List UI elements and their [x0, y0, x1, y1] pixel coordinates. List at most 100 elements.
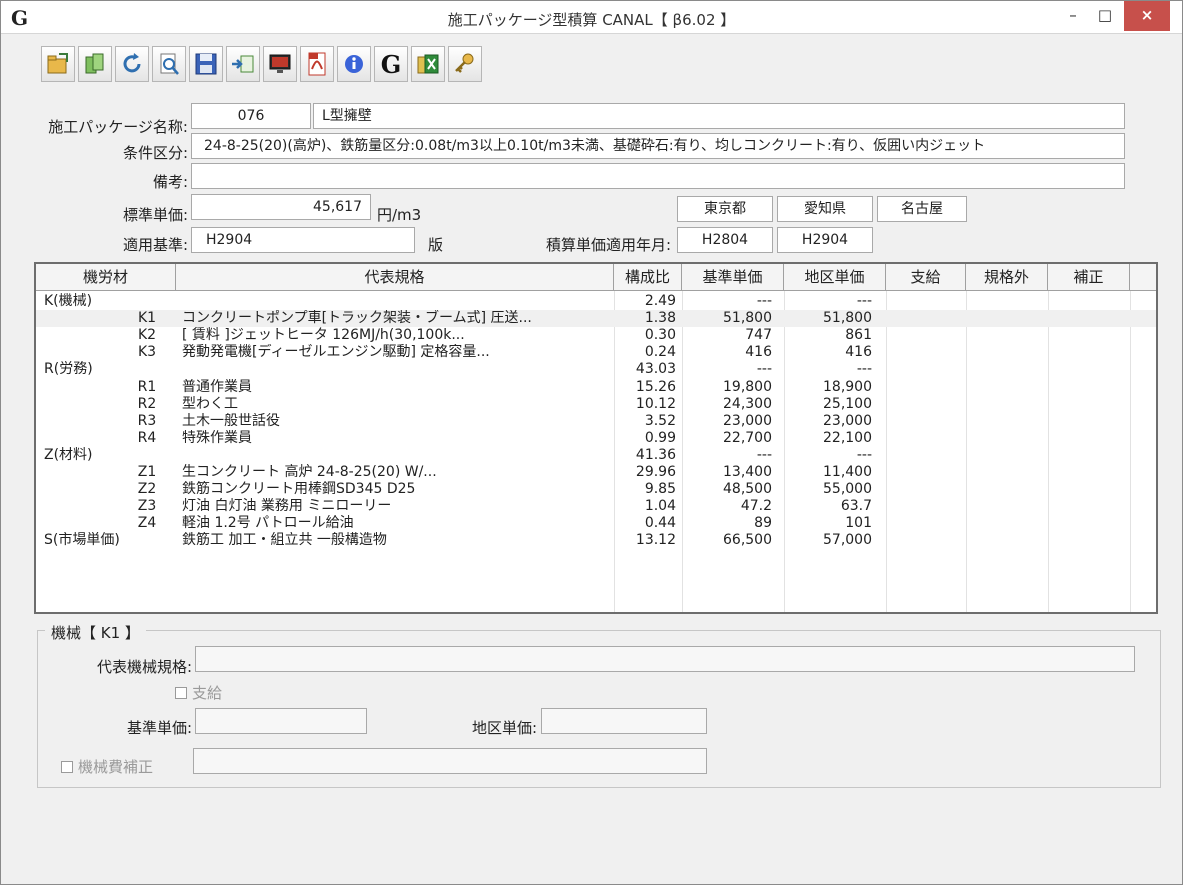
table-row[interactable]: K3 発動発電機[ディーゼルエンジン駆動] 定格容量... 0.24 416 416: [36, 344, 1156, 361]
open-button[interactable]: [41, 46, 75, 82]
checkbox-box[interactable]: [175, 687, 187, 699]
cell-region-price: ---: [856, 446, 872, 463]
cell-region-price: 11,400: [823, 464, 872, 480]
g-logo-button[interactable]: G: [374, 46, 408, 82]
cell-base-price: 23,000: [723, 412, 772, 429]
table-row[interactable]: R(労務) 43.03 --- ---: [36, 361, 1156, 378]
cost-breakdown-table[interactable]: 機労材 代表規格 構成比 基準単価 地区単価 支給 規格外 補正 K(機械) 2.…: [34, 262, 1158, 614]
cell-code: R3: [137, 412, 157, 429]
monitor-icon: [269, 54, 291, 73]
table-row[interactable]: K2 [ 賃料 ]ジェットヒータ 126MJ/h(30,100k... 0.30 74…: [36, 327, 1156, 344]
cell-spec: 生コンクリート 高炉 24-8-25(20) W/...: [182, 464, 437, 480]
cell-region-price: 101: [845, 515, 872, 532]
toolbar: G: [41, 46, 482, 84]
table-row[interactable]: Z4 軽油 1.2号 パトロール給油 0.44 89 101: [36, 515, 1156, 532]
maximize-button[interactable]: □: [1088, 1, 1122, 31]
cell-region-price: ---: [856, 361, 872, 378]
region-nagoya[interactable]: 名古屋: [877, 196, 967, 222]
table-row[interactable]: R1 普通作業員 15.26 19,800 18,900: [36, 379, 1156, 396]
detail-base-price-field[interactable]: [195, 708, 367, 734]
col-header-nonstandard[interactable]: 規格外: [966, 264, 1048, 291]
monitor-button[interactable]: [263, 46, 297, 82]
cell-ratio: 0.30: [644, 327, 676, 344]
table-row[interactable]: S(市場単価) 鉄筋工 加工・組立共 一般構造物 13.12 66,500 57,000: [36, 532, 1156, 549]
table-row[interactable]: R4 特殊作業員 0.99 22,700 22,100: [36, 430, 1156, 447]
table-row[interactable]: Z(材料) 41.36 --- ---: [36, 447, 1156, 464]
table-row[interactable]: K(機械) 2.49 --- ---: [36, 293, 1156, 310]
table-row[interactable]: R2 型わく工 10.12 24,300 25,100: [36, 396, 1156, 413]
cell-code: R4: [137, 429, 157, 446]
cell-code: Z3: [137, 498, 157, 515]
basis-field[interactable]: H2904: [191, 227, 415, 253]
cell-ratio: 1.38: [644, 310, 676, 327]
cell-code: Z1: [137, 464, 157, 480]
cell-base-price: ---: [756, 446, 772, 463]
key-button[interactable]: [448, 46, 482, 82]
pdf-button[interactable]: [300, 46, 334, 82]
col-header-base-price[interactable]: 基準単価: [682, 264, 784, 291]
cell-code: [122, 361, 172, 378]
table-header: 機労材 代表規格 構成比 基準単価 地区単価 支給 規格外 補正: [36, 264, 1156, 291]
col-header-supply[interactable]: 支給: [886, 264, 966, 291]
cell-spec: 灯油 白灯油 業務用 ミニローリー: [182, 498, 392, 515]
cell-spec: 型わく工: [182, 395, 238, 412]
package-code-field[interactable]: 076: [191, 103, 311, 129]
checkbox-box[interactable]: [61, 761, 73, 773]
cell-code: [122, 447, 172, 464]
preview-button[interactable]: [152, 46, 186, 82]
package-name-field[interactable]: L型擁壁: [313, 103, 1125, 129]
col-header-correction[interactable]: 補正: [1048, 264, 1130, 291]
import-button[interactable]: [226, 46, 260, 82]
region-tokyo[interactable]: 東京都: [677, 196, 773, 222]
std-price-label: 標準単価:: [122, 206, 188, 224]
title-bar[interactable]: G 施工パッケージ型積算 CANAL【 β6.02 】 – □ ×: [1, 1, 1182, 34]
std-price-field[interactable]: 45,617: [191, 194, 371, 220]
cell-spec: 特殊作業員: [182, 429, 252, 446]
table-row[interactable]: Z3 灯油 白灯油 業務用 ミニローリー 1.04 47.2 63.7: [36, 498, 1156, 515]
excel-button[interactable]: [411, 46, 445, 82]
cell-base-price: 24,300: [723, 395, 772, 412]
table-row[interactable]: Z1 生コンクリート 高炉 24-8-25(20) W/... 29.96 13,40…: [36, 464, 1156, 481]
cell-code: Z4: [137, 515, 157, 532]
info-icon: [345, 55, 363, 73]
minimize-button[interactable]: –: [1058, 1, 1088, 31]
cell-ratio: 2.49: [644, 293, 676, 309]
package-name-label: 施工パッケージ名称:: [48, 118, 188, 136]
cell-code: K3: [137, 344, 157, 361]
cell-spec: 鉄筋コンクリート用棒鋼SD345 D25: [182, 481, 416, 498]
condition-field[interactable]: 24-8-25(20)(高炉)、鉄筋量区分:0.08t/m3以上0.10t/m3…: [191, 133, 1125, 159]
table-row[interactable]: Z2 鉄筋コンクリート用棒鋼SD345 D25 9.85 48,500 55,000: [36, 481, 1156, 498]
col-header-ratio[interactable]: 構成比: [614, 264, 682, 291]
save-button[interactable]: [189, 46, 223, 82]
cell-spec: コンクリートポンプ車[トラック架装・ブーム式] 圧送...: [182, 310, 532, 327]
cell-base-price: ---: [756, 361, 772, 378]
supply-checkbox-label: 支給: [192, 684, 223, 702]
cell-ratio: 41.36: [635, 446, 676, 463]
col-header-category[interactable]: 機労材: [36, 264, 176, 291]
cell-spec: [182, 361, 610, 378]
cell-base-price: 89: [754, 515, 772, 532]
col-header-spec[interactable]: 代表規格: [176, 264, 614, 291]
remarks-field[interactable]: [191, 163, 1125, 189]
copy-button[interactable]: [78, 46, 112, 82]
detail-region-price-field[interactable]: [541, 708, 707, 734]
close-button[interactable]: ×: [1124, 1, 1170, 31]
cell-base-price: 416: [745, 344, 772, 361]
supply-checkbox[interactable]: 支給: [175, 682, 222, 703]
machine-spec-field[interactable]: [195, 646, 1135, 672]
table-row[interactable]: K1 コンクリートポンプ車[トラック架装・ブーム式] 圧送... 1.38 51,80…: [36, 310, 1156, 328]
cell-spec: [182, 447, 610, 464]
g-logo-icon: G: [380, 49, 402, 79]
window-title: 施工パッケージ型積算 CANAL【 β6.02 】: [447, 11, 736, 29]
machine-correction-checkbox[interactable]: 機械費補正: [61, 756, 153, 777]
col-header-region-price[interactable]: 地区単価: [784, 264, 886, 291]
machine-correction-field[interactable]: [193, 748, 707, 774]
ym-field-2[interactable]: H2904: [777, 227, 873, 253]
cell-ratio: 29.96: [635, 464, 676, 480]
pdf-icon: [308, 52, 326, 76]
region-aichi[interactable]: 愛知県: [777, 196, 873, 222]
ym-field-1[interactable]: H2804: [677, 227, 773, 253]
info-button[interactable]: [337, 46, 371, 82]
table-row[interactable]: R3 土木一般世話役 3.52 23,000 23,000: [36, 413, 1156, 430]
refresh-button[interactable]: [115, 46, 149, 82]
